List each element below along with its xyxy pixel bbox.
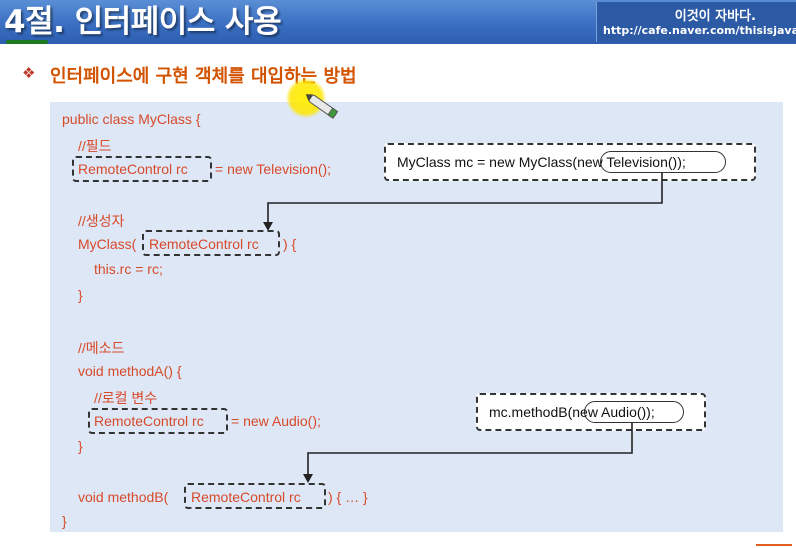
arrow-head-methodB — [303, 474, 313, 483]
pencil-icon — [305, 94, 339, 119]
connector-arrows — [263, 173, 663, 483]
arrow-head-constructor — [263, 222, 273, 231]
arrow-to-methodB — [307, 423, 633, 476]
arrow-to-constructor — [267, 173, 663, 224]
corner-line — [756, 544, 792, 546]
